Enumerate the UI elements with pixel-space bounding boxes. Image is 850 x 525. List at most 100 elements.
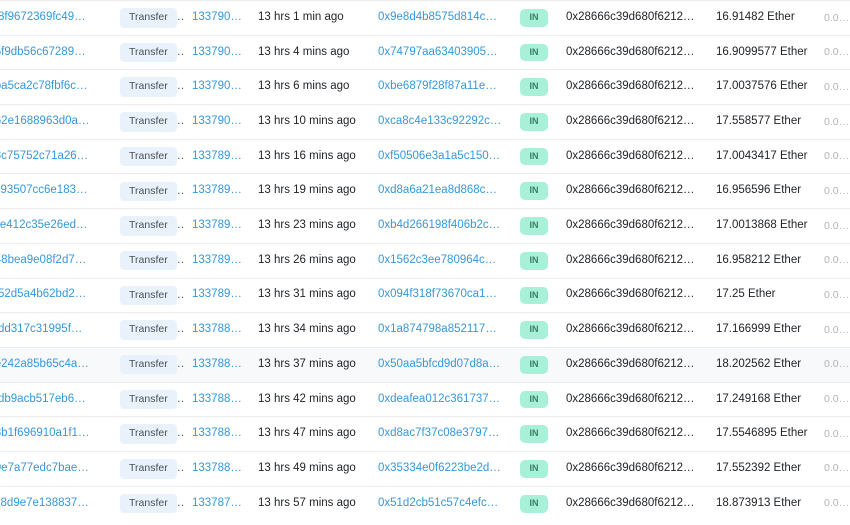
cell-to-address[interactable]: 0x28666c39d680f62121…: [558, 313, 708, 348]
method-badge[interactable]: Transfer: [120, 389, 177, 410]
cell-txn-hash[interactable]: 65c93507cc6e183…: [0, 174, 112, 209]
txn-hash-link[interactable]: 328c75752c71a26…: [0, 150, 104, 164]
method-badge[interactable]: Transfer: [120, 77, 177, 97]
cell-block[interactable]: 13379007: [184, 105, 250, 140]
table-row[interactable]: 09fdd317c31995f… Transfer 13378897 13 hrs 3…: [0, 312, 850, 348]
table-row[interactable]: 328c75752c71a26… Transfer 13378980 13 hrs 1…: [0, 139, 850, 174]
cell-txn-hash[interactable]: 09fdd317c31995f…: [0, 313, 112, 348]
method-badge[interactable]: Transfer: [120, 42, 177, 63]
method-badge[interactable]: Transfer: [120, 216, 177, 236]
table-row[interactable]: f8e52d5a4b62bd2… Transfer 13378914 13 hrs 3…: [0, 278, 850, 313]
method-badge[interactable]: Transfer: [120, 285, 177, 306]
cell-txn-hash[interactable]: b648bea9e08f2d7…: [0, 243, 112, 278]
block-number-link[interactable]: 13378938: [192, 254, 242, 268]
method-badge[interactable]: Transfer: [120, 424, 177, 444]
table-row[interactable]: 5d3b1f696910a1f1… Transfer 13378835 13 hrs …: [0, 416, 850, 452]
cell-to-address[interactable]: 0x28666c39d680f62121…: [558, 174, 708, 209]
block-number-link[interactable]: 13379042: [192, 46, 242, 60]
from-address-link[interactable]: 0xb4d266198f406b2c35…: [378, 219, 502, 233]
block-number-link[interactable]: 13379055: [192, 11, 242, 25]
cell-txn-hash[interactable]: e05f9db56c67289…: [0, 35, 112, 70]
cell-to-address[interactable]: 0x28666c39d680f62121…: [558, 243, 708, 278]
table-row[interactable]: 6162e1688963d0a… Transfer 13379007 13 hrs 1…: [0, 104, 850, 140]
method-badge[interactable]: Transfer: [120, 354, 177, 375]
cell-to-address[interactable]: 0x28666c39d680f62121…: [558, 451, 708, 486]
block-number-link[interactable]: 13378884: [192, 358, 242, 372]
cell-to-address[interactable]: 0x28666c39d680f62121…: [558, 1, 708, 36]
cell-txn-hash[interactable]: 44e242a85b65c4a…: [0, 347, 112, 382]
method-badge[interactable]: Transfer: [120, 493, 177, 514]
table-row[interactable]: aeba5ca2c78fbf6c… Transfer 13379033 13 hrs …: [0, 69, 850, 105]
txn-hash-link[interactable]: b648bea9e08f2d7…: [0, 254, 104, 268]
cell-to-address[interactable]: 0x28666c39d680f62121…: [558, 139, 708, 174]
from-address-link[interactable]: 0x9e8d4b8575d814c501…: [378, 11, 502, 25]
txn-hash-link[interactable]: 2fedb9acb517eb6…: [0, 393, 104, 407]
method-badge[interactable]: Transfer: [120, 112, 177, 132]
cell-to-address[interactable]: 0x28666c39d680f62121…: [558, 417, 708, 452]
table-row[interactable]: 1ec8d9e7e138837… Transfer 13378792 13 hrs 5…: [0, 486, 850, 521]
cell-from-address[interactable]: 0x51d2cb51c57c4efc0a7…: [370, 486, 510, 521]
from-address-link[interactable]: 0x1562c3ee780964c1fe…: [378, 254, 502, 268]
cell-from-address[interactable]: 0x35334e0f6223be2da0…: [370, 451, 510, 486]
cell-block[interactable]: 13378968: [184, 174, 250, 209]
cell-block[interactable]: 13378864: [184, 382, 250, 417]
method-badge[interactable]: Transfer: [120, 181, 177, 202]
cell-block[interactable]: 13378826: [184, 451, 250, 486]
cell-from-address[interactable]: 0x9e8d4b8575d814c501…: [370, 1, 510, 36]
block-number-link[interactable]: 13378954: [192, 219, 242, 233]
cell-txn-hash[interactable]: 2fedb9acb517eb6…: [0, 382, 112, 417]
table-row[interactable]: 8cce412c35e26ed… Transfer 13378954 13 hrs 2…: [0, 208, 850, 244]
table-row[interactable]: b648bea9e08f2d7… Transfer 13378938 13 hrs 2…: [0, 243, 850, 278]
cell-block[interactable]: 13378954: [184, 209, 250, 244]
cell-txn-hash[interactable]: 6162e1688963d0a…: [0, 105, 112, 140]
txn-hash-link[interactable]: 52f8f9672369fc49…: [0, 11, 104, 25]
from-address-link[interactable]: 0xd8a6a21ea8d868c37a…: [378, 184, 502, 198]
cell-block[interactable]: 13378897: [184, 313, 250, 348]
method-badge[interactable]: Transfer: [120, 459, 177, 479]
cell-txn-hash[interactable]: aeba5ca2c78fbf6c…: [0, 70, 112, 105]
block-number-link[interactable]: 13378968: [192, 184, 242, 198]
cell-txn-hash[interactable]: 328c75752c71a26…: [0, 139, 112, 174]
cell-txn-hash[interactable]: 150e7a77edc7bae…: [0, 451, 112, 486]
from-address-link[interactable]: 0xd8ac7f37c08e3797f77…: [378, 427, 502, 441]
cell-from-address[interactable]: 0xd8ac7f37c08e3797f77…: [370, 417, 510, 452]
cell-to-address[interactable]: 0x28666c39d680f62121…: [558, 209, 708, 244]
txn-hash-link[interactable]: 1ec8d9e7e138837…: [0, 497, 104, 511]
method-badge[interactable]: Transfer: [120, 146, 177, 167]
txn-hash-link[interactable]: 5d3b1f696910a1f1…: [0, 427, 104, 441]
cell-txn-hash[interactable]: 5d3b1f696910a1f1…: [0, 417, 112, 452]
txn-hash-link[interactable]: aeba5ca2c78fbf6c…: [0, 80, 104, 94]
txn-hash-link[interactable]: 8cce412c35e26ed…: [0, 219, 104, 233]
block-number-link[interactable]: 13379007: [192, 115, 242, 129]
cell-txn-hash[interactable]: 1ec8d9e7e138837…: [0, 486, 112, 521]
cell-block[interactable]: 13378914: [184, 278, 250, 313]
from-address-link[interactable]: 0x50aa5bfcd9d07d8a08…: [378, 358, 502, 372]
cell-block[interactable]: 13378835: [184, 417, 250, 452]
from-address-link[interactable]: 0x74797aa63403905131…: [378, 46, 502, 60]
cell-to-address[interactable]: 0x28666c39d680f62121…: [558, 70, 708, 105]
from-address-link[interactable]: 0x1a874798a8521174ea…: [378, 323, 502, 337]
cell-to-address[interactable]: 0x28666c39d680f62121…: [558, 278, 708, 313]
txn-hash-link[interactable]: f8e52d5a4b62bd2…: [0, 288, 104, 302]
cell-block[interactable]: 13378980: [184, 139, 250, 174]
from-address-link[interactable]: 0xca8c4e133c92292ced…: [378, 115, 502, 129]
cell-from-address[interactable]: 0xf50506e3a1a5c150fd0…: [370, 139, 510, 174]
block-number-link[interactable]: 13378792: [192, 497, 242, 511]
cell-txn-hash[interactable]: 8cce412c35e26ed…: [0, 209, 112, 244]
txn-hash-link[interactable]: 6162e1688963d0a…: [0, 115, 104, 129]
table-row[interactable]: 65c93507cc6e183… Transfer 13378968 13 hrs 1…: [0, 173, 850, 209]
table-row[interactable]: e05f9db56c67289… Transfer 13379042 13 hrs 4…: [0, 35, 850, 70]
cell-txn-hash[interactable]: 52f8f9672369fc49…: [0, 1, 112, 36]
from-address-link[interactable]: 0x35334e0f6223be2da0…: [378, 462, 502, 476]
method-badge[interactable]: Transfer: [120, 250, 177, 271]
block-number-link[interactable]: 13378897: [192, 323, 242, 337]
cell-txn-hash[interactable]: f8e52d5a4b62bd2…: [0, 278, 112, 313]
table-row[interactable]: 52f8f9672369fc49… Transfer 13379055 13 hrs …: [0, 0, 850, 36]
cell-from-address[interactable]: 0xd8a6a21ea8d868c37a…: [370, 174, 510, 209]
block-number-link[interactable]: 13378826: [192, 462, 242, 476]
block-number-link[interactable]: 13378980: [192, 150, 242, 164]
cell-block[interactable]: 13378938: [184, 243, 250, 278]
block-number-link[interactable]: 13378835: [192, 427, 242, 441]
from-address-link[interactable]: 0x51d2cb51c57c4efc0a7…: [378, 497, 502, 511]
cell-from-address[interactable]: 0x094f318f73670ca1dee…: [370, 278, 510, 313]
